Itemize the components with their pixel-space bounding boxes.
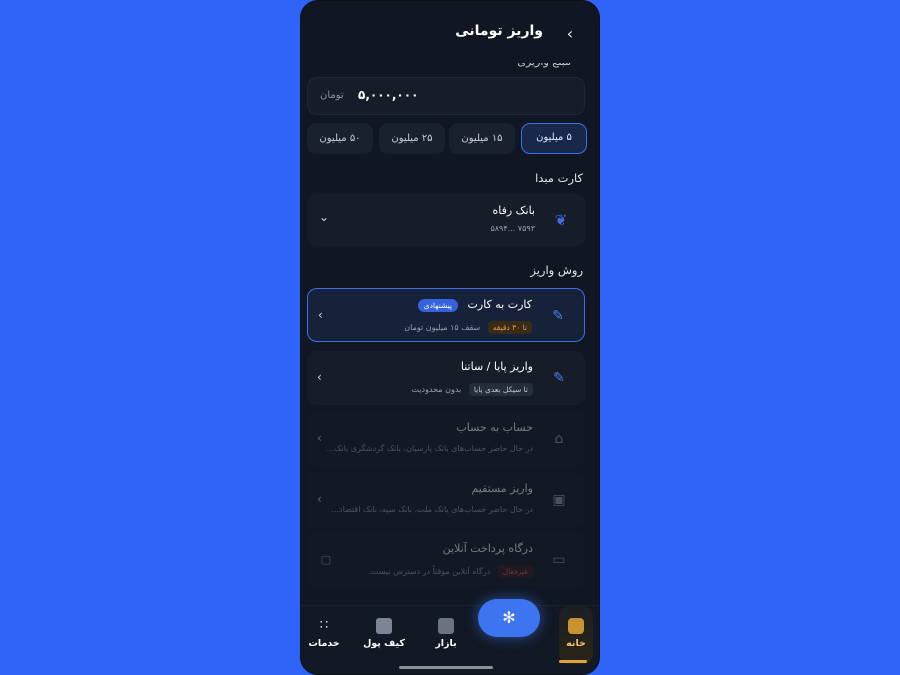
bank-name: بانک رفاه	[492, 204, 535, 217]
method-direct-deposit[interactable]: ▣ واریز مستقیم در حال حاضر حساب‌های بانک…	[307, 473, 585, 527]
method-title-text: کارت به کارت	[467, 298, 532, 311]
source-card-select[interactable]: ❦ بانک رفاه ۵۸۹۴... ۷۵۹۳ ⌄	[307, 194, 585, 246]
nav-services-label: خدمات	[308, 638, 340, 649]
chevron-down-icon: ⌄	[318, 210, 330, 224]
nav-wallet[interactable]: کیف پول	[361, 618, 407, 649]
amount-presets: ۵ میلیون ۱۵ میلیون ۲۵ میلیون ۵۰ میلیون	[307, 123, 587, 155]
method-title: کارت به کارت پیشنهادی	[417, 298, 532, 312]
phone-screen: واریز تومانی ‹ مبلغ واریزی تومان ۵,۰۰۰,۰…	[300, 0, 600, 675]
source-card-label: کارت مبدا	[535, 171, 583, 185]
method-account-to-account[interactable]: ⌂ حساب به حساب در حال حاضر حساب‌های بانک…	[307, 412, 585, 466]
method-sub: تا سیکل بعدی پایا بدون محدودیت	[411, 383, 533, 396]
methods-section-label: روش واریز	[530, 263, 583, 277]
disabled-tag: غیرفعال	[497, 565, 533, 578]
bank-building-icon: ⌂	[554, 431, 564, 447]
bank-refah-icon: ❦	[554, 211, 568, 229]
preset-15m[interactable]: ۱۵ میلیون	[449, 123, 515, 154]
method-sub-text: بدون محدودیت	[411, 385, 462, 394]
method-sub-text: سقف ۱۵ میلیون تومان	[404, 323, 481, 332]
time-tag: تا سیکل بعدی پایا	[468, 383, 533, 396]
method-title: واریز پایا / ساتنا	[460, 360, 533, 373]
home-indicator	[399, 666, 493, 669]
lock-icon: ▢	[320, 553, 332, 566]
main-action-button[interactable]: ✻	[478, 599, 540, 637]
back-button[interactable]: ‹	[561, 23, 579, 45]
page-title: واریز تومانی	[455, 23, 543, 39]
chevron-left-icon: ‹	[317, 370, 322, 384]
method-sub-text: در حال حاضر حساب‌های بانک پارسیان، بانک …	[326, 444, 533, 453]
preset-25m[interactable]: ۲۵ میلیون	[379, 123, 445, 154]
nav-wallet-label: کیف پول	[363, 638, 405, 649]
eraser-icon: ✎	[553, 370, 565, 386]
eraser-icon: ✎	[552, 308, 564, 324]
amount-value: ۵,۰۰۰,۰۰۰	[358, 88, 419, 102]
method-sub-text: درگاه آنلاین موقتاً در دسترس نیست.	[368, 567, 491, 576]
method-title: واریز مستقیم	[471, 482, 533, 495]
amount-unit: تومان	[320, 90, 344, 101]
wallet-icon	[376, 618, 392, 634]
nav-market-label: بازار	[435, 638, 457, 649]
spark-icon: ✻	[502, 608, 516, 627]
chevron-right-icon: ‹	[566, 24, 574, 43]
preset-50m[interactable]: ۵۰ میلیون	[307, 123, 373, 154]
grid-icon: ∷	[319, 618, 329, 633]
method-card-to-card[interactable]: ✎ کارت به کارت پیشنهادی تا ۳۰ دقیقه سقف …	[307, 288, 585, 342]
method-paya-satna[interactable]: ✎ واریز پایا / ساتنا تا سیکل بعدی پایا ب…	[307, 351, 585, 405]
amount-input[interactable]: تومان ۵,۰۰۰,۰۰۰	[307, 77, 585, 115]
home-active-indicator	[559, 660, 587, 663]
nav-services[interactable]: ∷ خدمات	[301, 618, 347, 649]
recommended-badge: پیشنهادی	[417, 298, 459, 312]
bottom-nav: خانه بازار کیف پول ∷ خدمات	[301, 605, 599, 674]
card-number: ۵۸۹۴... ۷۵۹۳	[490, 224, 535, 233]
method-title: حساب به حساب	[456, 421, 533, 434]
time-tag: تا ۳۰ دقیقه	[487, 321, 532, 334]
method-online-gateway[interactable]: ▭ درگاه پرداخت آنلاین غیرفعال درگاه آنلا…	[307, 533, 585, 587]
method-sub: غیرفعال درگاه آنلاین موقتاً در دسترس نیس…	[369, 565, 533, 578]
chart-bar-icon	[438, 618, 454, 634]
preset-5m[interactable]: ۵ میلیون	[521, 123, 587, 154]
method-title: درگاه پرداخت آنلاین	[442, 542, 533, 555]
chevron-left-icon: ‹	[317, 431, 322, 445]
credit-card-icon: ▭	[552, 552, 566, 568]
nav-home-label: خانه	[566, 638, 586, 649]
method-sub: تا ۳۰ دقیقه سقف ۱۵ میلیون تومان	[404, 321, 532, 334]
method-sub-text: در حال حاضر حساب‌های بانک ملت، بانک سپه،…	[331, 505, 533, 514]
page-header: واریز تومانی ‹	[301, 1, 599, 63]
home-icon	[568, 618, 584, 634]
inbox-icon: ▣	[552, 492, 566, 508]
nav-market[interactable]: بازار	[423, 618, 469, 649]
chevron-left-icon: ‹	[317, 492, 322, 506]
chevron-left-icon: ‹	[318, 308, 323, 322]
nav-home[interactable]: خانه	[553, 618, 599, 649]
